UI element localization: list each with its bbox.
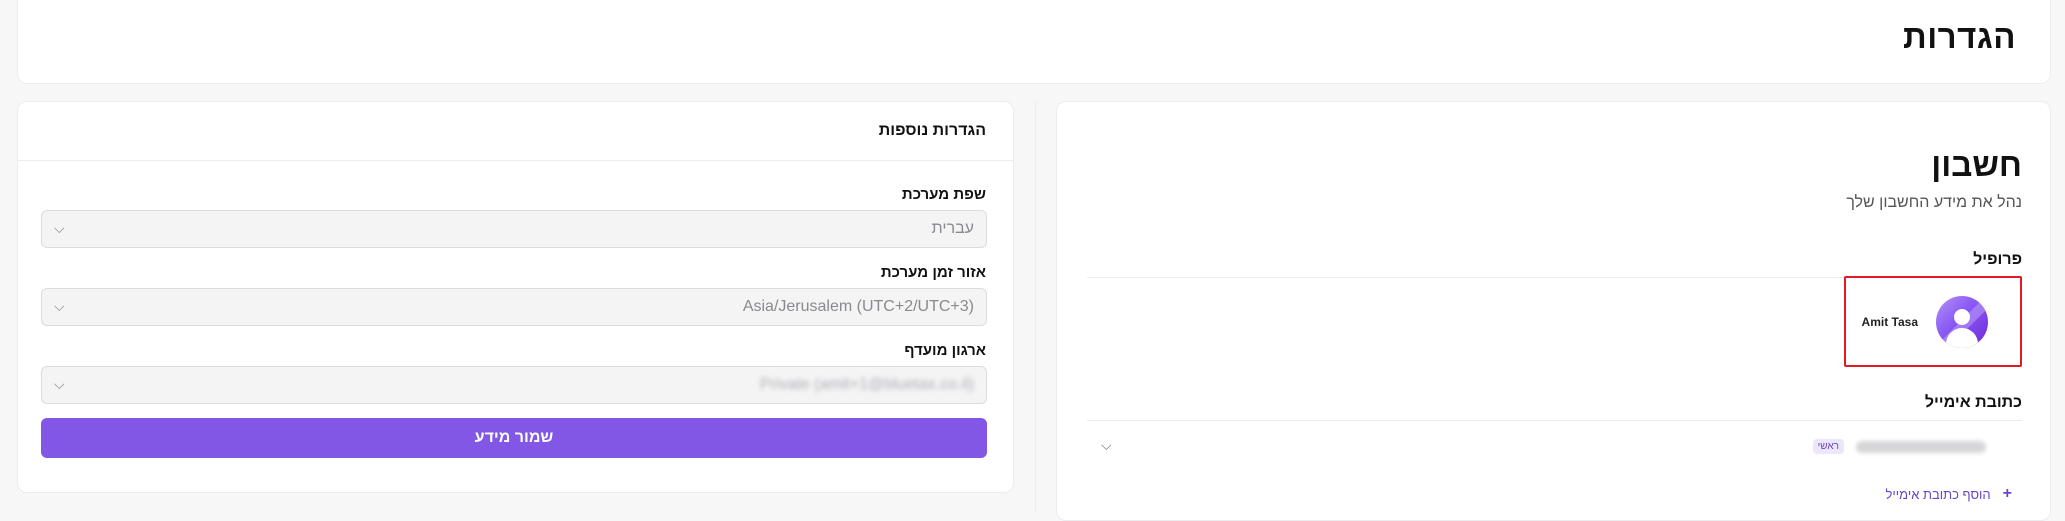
language-label: שפת מערכת <box>901 186 986 203</box>
settings-title: הגדרות נוספות <box>878 122 986 139</box>
user-avatar-icon[interactable] <box>1936 295 1988 348</box>
account-card: חשבון נהל את מידע החשבון שלך פרופיל Amit… <box>1056 101 2051 521</box>
org-select[interactable]: Private (amit+1@bluetax.co.il) ⌵ <box>41 366 987 404</box>
org-label: ארגון מועדף <box>904 342 986 359</box>
add-email-label: הוסף כתובת אימייל <box>1885 486 1991 502</box>
timezone-value: Asia/Jerusalem (UTC+2/UTC+3) <box>742 298 974 315</box>
email-address-masked <box>1856 441 1986 453</box>
profile-name: Amit Tasa <box>1861 314 1918 329</box>
account-title: חשבון <box>1931 146 2022 183</box>
chevron-down-icon: ⌵ <box>54 220 65 236</box>
add-email-button[interactable]: + הוסף כתובת אימייל <box>1886 485 2012 503</box>
page-header: הגדרות <box>17 0 2051 84</box>
chevron-down-icon[interactable]: ⌵ <box>1101 437 1112 454</box>
page-title: הגדרות <box>1903 18 2016 55</box>
account-subtitle: נהל את מידע החשבון שלך <box>1846 194 2022 211</box>
settings-divider <box>18 160 1013 161</box>
profile-section-label: פרופיל <box>1973 251 2022 268</box>
org-value: Private (amit+1@bluetax.co.il) <box>759 376 974 393</box>
email-divider <box>1087 420 2022 421</box>
save-button[interactable]: שמור מידע <box>41 418 987 458</box>
email-section-label: כתובת אימייל <box>1924 394 2022 411</box>
timezone-label: אזור זמן מערכת <box>880 264 986 281</box>
timezone-select[interactable]: Asia/Jerusalem (UTC+2/UTC+3) ⌵ <box>41 288 987 326</box>
additional-settings-card: הגדרות נוספות שפת מערכת עברית ⌵ אזור זמן… <box>17 101 1014 493</box>
language-select[interactable]: עברית ⌵ <box>41 210 987 248</box>
chevron-down-icon: ⌵ <box>54 376 65 392</box>
primary-badge: ראשי <box>1812 439 1844 454</box>
email-row[interactable]: ראשי ⌵ <box>1087 429 2022 469</box>
profile-card[interactable]: Amit Tasa <box>1844 276 2022 367</box>
plus-icon: + <box>2002 485 2012 502</box>
language-value: עברית <box>931 220 974 237</box>
column-divider <box>1035 101 1036 513</box>
chevron-down-icon: ⌵ <box>54 298 65 314</box>
